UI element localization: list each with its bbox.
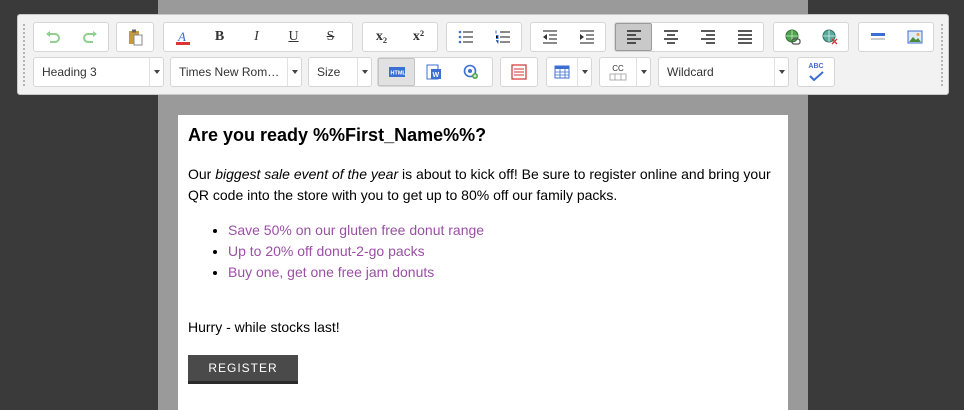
- cc-group: CC: [599, 57, 651, 87]
- svg-text:A: A: [177, 29, 186, 44]
- heading-select-value: Heading 3: [42, 65, 97, 79]
- wildcard-select-value: Wildcard: [667, 65, 714, 79]
- spellcheck-button[interactable]: ABC: [798, 58, 834, 86]
- numbered-list-button[interactable]: [484, 23, 521, 51]
- insert-media-button[interactable]: [452, 58, 489, 86]
- justify-icon: [737, 30, 752, 44]
- abc-label: ABC: [808, 63, 824, 70]
- bullet-list-button[interactable]: [447, 23, 484, 51]
- toolbar-grip-left[interactable]: [22, 23, 26, 87]
- italic-button[interactable]: I: [238, 23, 275, 51]
- numbered-list-icon: [495, 30, 510, 44]
- bullet-list-icon: [458, 30, 473, 44]
- html-icon: HTML: [388, 67, 406, 77]
- indent-icon: [579, 30, 594, 44]
- hurry-text: Hurry - while stocks last!: [188, 319, 340, 335]
- cc-grid-icon: [609, 73, 627, 80]
- align-group: [614, 22, 764, 52]
- media-icon: [463, 64, 478, 79]
- font-family-select-value: Times New Rom…: [179, 65, 280, 79]
- spellcheck-group: ABC: [797, 57, 835, 87]
- align-left-button[interactable]: [615, 23, 652, 51]
- font-size-select-value: Size: [317, 65, 341, 79]
- svg-text:HTML: HTML: [390, 71, 406, 77]
- font-color-icon: A: [175, 29, 190, 45]
- horizontal-rule-button[interactable]: [859, 23, 896, 51]
- heading-select[interactable]: Heading 3: [33, 57, 164, 87]
- align-center-button[interactable]: [652, 23, 689, 51]
- link-globe-icon: [785, 29, 801, 45]
- intro-paragraph: Our biggest sale event of the year is ab…: [188, 164, 778, 206]
- form-group: [500, 57, 538, 87]
- script-group: x₂ x²: [362, 22, 438, 52]
- intro-emphasis: biggest sale event of the year: [215, 166, 399, 182]
- undo-redo-group: [33, 22, 109, 52]
- list-item[interactable]: Buy one, get one free jam donuts: [228, 262, 778, 283]
- chevron-down-icon: [774, 58, 788, 86]
- list-item[interactable]: Up to 20% off donut-2-go packs: [228, 241, 778, 262]
- svg-text:W: W: [432, 72, 439, 79]
- wildcard-select[interactable]: Wildcard: [658, 57, 789, 87]
- cc-label: CC: [612, 63, 624, 73]
- chevron-down-icon[interactable]: [636, 58, 650, 86]
- remove-link-button[interactable]: [811, 23, 848, 51]
- link-group: [773, 22, 849, 52]
- toolbar-grip-right[interactable]: [940, 23, 944, 87]
- insert-link-button[interactable]: [774, 23, 811, 51]
- subscript-button[interactable]: x₂: [363, 23, 400, 51]
- align-left-icon: [626, 30, 641, 44]
- outdent-icon: [542, 30, 557, 44]
- paste-button[interactable]: [117, 23, 153, 51]
- insert-image-button[interactable]: [896, 23, 933, 51]
- source-group: HTML W: [377, 57, 493, 87]
- chevron-down-icon[interactable]: [577, 58, 591, 86]
- insert-table-button[interactable]: [547, 58, 577, 86]
- form-icon: [511, 64, 527, 80]
- indent-group: [530, 22, 606, 52]
- insert-form-button[interactable]: [501, 58, 537, 86]
- underline-button[interactable]: U: [275, 23, 312, 51]
- paste-icon: [129, 29, 143, 46]
- unlink-globe-icon: [822, 29, 837, 45]
- outdent-button[interactable]: [531, 23, 568, 51]
- font-size-select[interactable]: Size: [308, 57, 372, 87]
- align-right-icon: [700, 30, 715, 44]
- superscript-button[interactable]: x²: [400, 23, 437, 51]
- undo-button[interactable]: [34, 23, 71, 51]
- editor-document[interactable]: Are you ready %%First_Name%%? Our bigges…: [178, 115, 788, 410]
- paste-word-button[interactable]: W: [415, 58, 452, 86]
- align-center-icon: [663, 30, 678, 44]
- register-button[interactable]: REGISTER: [188, 355, 298, 384]
- horizontal-rule-icon: [870, 33, 885, 40]
- cc-button[interactable]: CC: [600, 58, 636, 86]
- chevron-down-icon: [287, 58, 301, 86]
- html-source-button[interactable]: HTML: [378, 58, 415, 86]
- insert-group: [858, 22, 934, 52]
- chevron-down-icon: [149, 58, 163, 86]
- align-right-button[interactable]: [689, 23, 726, 51]
- check-icon: [809, 71, 824, 81]
- image-icon: [907, 30, 922, 44]
- undo-icon: [45, 31, 60, 43]
- font-color-button[interactable]: A: [164, 23, 201, 51]
- font-family-select[interactable]: Times New Rom…: [170, 57, 302, 87]
- list-item[interactable]: Save 50% on our gluten free donut range: [228, 220, 778, 241]
- list-group: [446, 22, 522, 52]
- redo-button[interactable]: [71, 23, 108, 51]
- chevron-down-icon: [357, 58, 371, 86]
- editor-toolbar: A B I U S x₂ x² Heading 3 Times New Rom……: [17, 14, 949, 95]
- table-group: [546, 57, 592, 87]
- word-icon: W: [426, 64, 441, 80]
- justify-button[interactable]: [726, 23, 763, 51]
- page-title: Are you ready %%First_Name%%?: [188, 125, 487, 145]
- format-group: A B I U S: [163, 22, 353, 52]
- indent-button[interactable]: [568, 23, 605, 51]
- intro-text-start: Our: [188, 166, 216, 182]
- table-icon: [554, 65, 570, 79]
- strikethrough-button[interactable]: S: [312, 23, 349, 51]
- offers-list: Save 50% on our gluten free donut range …: [228, 220, 778, 283]
- bold-button[interactable]: B: [201, 23, 238, 51]
- paste-group: [116, 22, 154, 52]
- redo-icon: [82, 31, 97, 43]
